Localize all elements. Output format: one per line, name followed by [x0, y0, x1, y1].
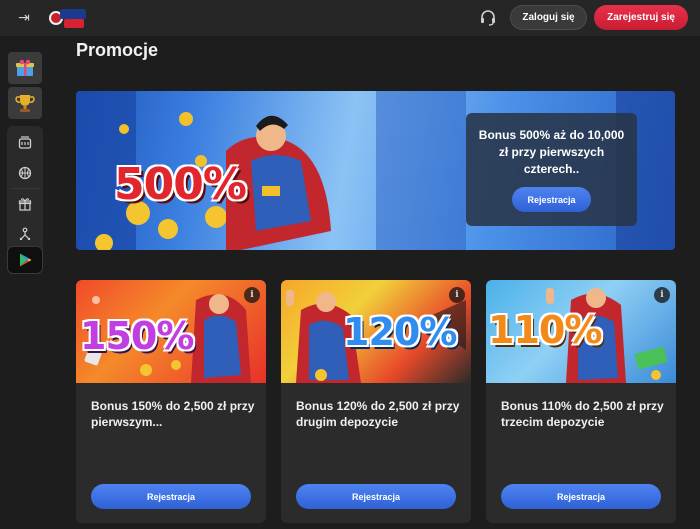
sidebar-item-casino[interactable]: [7, 128, 43, 158]
login-button[interactable]: Zaloguj się: [510, 5, 587, 30]
hero-register-button[interactable]: Rejestracja: [512, 187, 591, 212]
page-title: Promocje: [76, 40, 159, 60]
sidebar-item-referral[interactable]: [7, 219, 43, 249]
promo-image-text-2: 120%: [343, 310, 457, 354]
promo-card-3: 110% i Bonus 110% do 2,500 zł przy trzec…: [486, 280, 676, 523]
sidebar-toggle-icon[interactable]: ⇥: [14, 9, 34, 27]
referral-icon: [19, 227, 31, 241]
trophy-icon: [15, 95, 35, 112]
promo-image-3[interactable]: 110% i: [486, 280, 676, 383]
basketball-icon: [18, 166, 32, 180]
promo-card-1: 150% i Bonus 150% do 2,500 zł przy pierw…: [76, 280, 266, 523]
hero-image-text: 500%: [114, 159, 247, 210]
sidebar-group-trophy: [7, 87, 43, 119]
promo-image-text-1: 150%: [80, 314, 194, 358]
hero-banner[interactable]: 500% Bonus 500% aż do 10,000 zł przy pie…: [76, 91, 675, 250]
top-header: ⇥ Zaloguj się Zarejestruj się: [0, 0, 700, 36]
promo-title-3: Bonus 110% do 2,500 zł przy trzecim depo…: [501, 399, 664, 429]
promo-register-button-3[interactable]: Rejestracja: [501, 484, 661, 509]
sidebar-item-promotions[interactable]: [7, 189, 43, 219]
promo-card-2: 120% i Bonus 120% do 2,500 zł przy drugi…: [281, 280, 471, 523]
register-button[interactable]: Zarejestruj się: [594, 5, 688, 30]
google-play-icon: [20, 253, 32, 267]
promo-image-text-3: 110%: [488, 308, 602, 352]
info-icon[interactable]: i: [449, 287, 465, 303]
sidebar-item-google-play[interactable]: [7, 246, 43, 274]
sidebar-item-sport[interactable]: [7, 158, 43, 188]
promo-image-1[interactable]: 150% i: [76, 280, 266, 383]
promo-register-button-1[interactable]: Rejestracja: [91, 484, 251, 509]
promo-image-2[interactable]: 120% i: [281, 280, 471, 383]
sidebar-item-trophy[interactable]: [8, 87, 42, 119]
promo-title-2: Bonus 120% do 2,500 zł przy drugim depoz…: [296, 399, 460, 429]
promo-register-button-2[interactable]: Rejestracja: [296, 484, 456, 509]
sidebar-item-gift-box[interactable]: [8, 52, 42, 84]
logo[interactable]: [48, 5, 88, 31]
support-headset-icon[interactable]: [478, 8, 498, 28]
info-icon[interactable]: i: [244, 287, 260, 303]
gift-icon: [18, 198, 32, 211]
hero-panel: Bonus 500% aż do 10,000 zł przy pierwszy…: [466, 113, 637, 226]
hero-text: Bonus 500% aż do 10,000 zł przy pierwszy…: [478, 128, 625, 176]
info-icon[interactable]: i: [654, 287, 670, 303]
gift-box-icon: [16, 59, 34, 76]
promo-title-1: Bonus 150% do 2,500 zł przy pierwszym...: [91, 399, 255, 429]
sidebar-group-promo: [7, 52, 43, 84]
sidebar: [0, 36, 52, 529]
slot-machine-icon: [18, 136, 32, 149]
